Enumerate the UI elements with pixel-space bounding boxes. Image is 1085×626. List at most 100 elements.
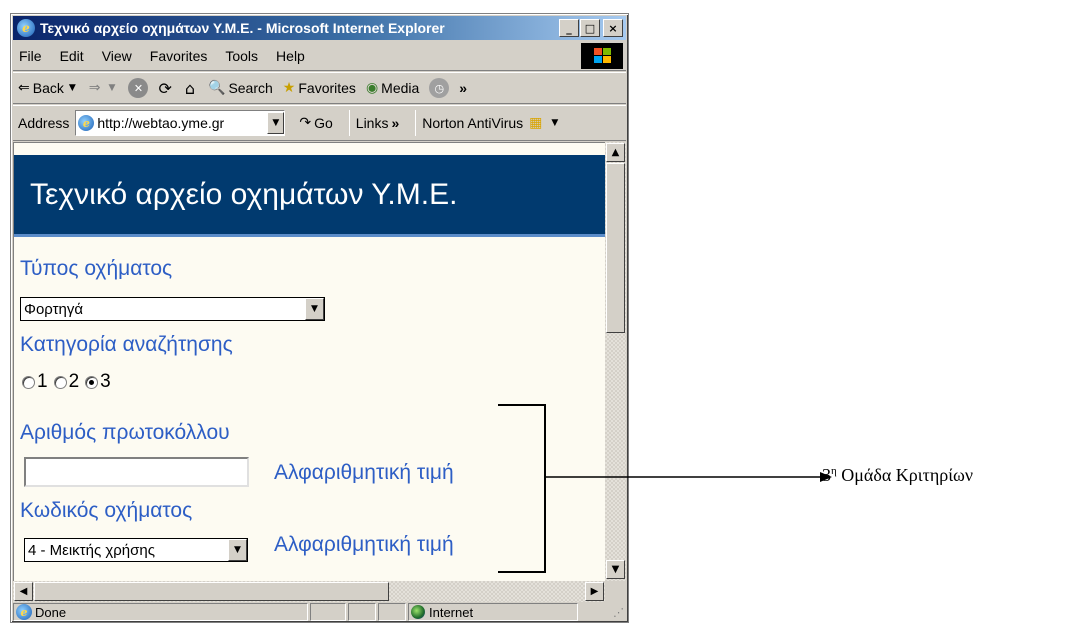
criteria-group-annotation: 3η Ομάδα Κριτηρίων	[822, 465, 973, 486]
go-arrow-icon: ↷	[299, 115, 312, 131]
page-content: Τεχνικό αρχείο οχημάτων Υ.Μ.Ε. Τύπος οχή…	[13, 142, 605, 581]
media-button[interactable]: ◉ Media	[366, 80, 419, 96]
annotation-number: 3	[822, 465, 831, 485]
menu-file[interactable]: File	[13, 48, 51, 64]
status-cell-progress	[310, 603, 346, 621]
vehicle-code-select[interactable]: 4 - Μεικτής χρήσης ▼	[24, 538, 248, 562]
radio-category-1[interactable]	[22, 375, 35, 389]
annotation-text: Ομάδα Κριτηρίων	[836, 465, 974, 485]
status-cell-lock	[348, 603, 376, 621]
status-text: Done	[35, 604, 67, 620]
radio-label-1: 1	[37, 371, 48, 392]
forward-arrow-icon: ⇒	[88, 80, 101, 96]
horizontal-scroll-thumb[interactable]	[34, 582, 389, 601]
browser-window: e Τεχνικό αρχείο οχημάτων Υ.Μ.Ε. - Micro…	[10, 13, 629, 623]
home-icon: ⌂	[184, 78, 195, 98]
forward-button[interactable]: ⇒ ▼	[89, 80, 119, 96]
minimize-button[interactable]: _	[559, 19, 579, 37]
menu-edit[interactable]: Edit	[51, 48, 93, 64]
search-category-label: Κατηγορία αναζήτησης	[20, 333, 233, 356]
window-controls: _ □ ×	[559, 19, 623, 37]
standard-toolbar: ⇐ Back ▼ ⇒ ▼ ✕ ⟳ ⌂ 🔍 Search ★ Favorites …	[13, 72, 626, 104]
menu-favorites[interactable]: Favorites	[141, 48, 217, 64]
vehicle-code-value: 4 - Μεικτής χρήσης	[28, 541, 155, 559]
favorites-icon: ★	[282, 80, 296, 96]
go-button[interactable]: ↷ Go	[299, 115, 332, 131]
vehicle-type-value: Φορτηγά	[24, 300, 84, 318]
chevron-down-icon[interactable]: ▼	[228, 539, 247, 561]
back-dropdown-icon[interactable]: ▼	[69, 83, 76, 93]
status-text-cell: e Done	[13, 603, 308, 621]
back-button[interactable]: ⇐ Back ▼	[18, 80, 79, 96]
address-bar: Address e http://webtao.yme.gr ▼ ↷ Go Li…	[13, 105, 626, 141]
page-banner: Τεχνικό αρχείο οχημάτων Υ.Μ.Ε.	[14, 155, 605, 237]
links-separator	[415, 110, 417, 136]
windows-logo-icon	[581, 42, 623, 69]
address-label: Address	[18, 115, 70, 131]
links-overflow: »	[391, 115, 400, 131]
refresh-icon: ⟳	[158, 78, 172, 98]
radio-label-3: 3	[100, 371, 111, 392]
page-status-icon: e	[16, 604, 32, 620]
maximize-button[interactable]: □	[580, 19, 600, 37]
menu-tools[interactable]: Tools	[216, 48, 267, 64]
media-icon: ◉	[365, 80, 379, 96]
favorites-button[interactable]: ★ Favorites	[283, 80, 356, 96]
stop-button[interactable]: ✕	[128, 78, 149, 98]
scroll-up-icon[interactable]: ▲	[606, 143, 625, 162]
vertical-scroll-thumb[interactable]	[606, 163, 625, 333]
vehicle-type-select[interactable]: Φορτηγά ▼	[20, 297, 325, 321]
refresh-button[interactable]: ⟳	[158, 79, 174, 98]
media-label: Media	[381, 80, 420, 96]
back-arrow-icon: ⇐	[18, 80, 30, 96]
vehicle-type-label: Τύπος οχήματος	[20, 257, 173, 280]
resize-grip-icon[interactable]: ⋰	[613, 606, 626, 619]
toolbar-overflow[interactable]: »	[459, 80, 467, 96]
favorites-label: Favorites	[298, 80, 356, 96]
address-url: http://webtao.yme.gr	[97, 115, 225, 131]
links-button[interactable]: Links »	[356, 115, 399, 131]
address-dropdown-icon[interactable]: ▼	[267, 112, 285, 134]
vehicle-code-label: Κωδικός οχήματος	[20, 499, 193, 522]
internet-explorer-icon[interactable]: e	[17, 19, 35, 37]
scroll-down-icon[interactable]: ▼	[606, 560, 625, 579]
radio-category-2[interactable]	[53, 375, 67, 389]
horizontal-scrollbar[interactable]: ◀ ▶	[13, 581, 605, 602]
home-button[interactable]: ⌂	[185, 79, 198, 98]
links-label: Links	[355, 115, 389, 131]
back-label: Back	[32, 80, 64, 96]
search-label: Search	[228, 80, 273, 96]
status-cell-offline	[378, 603, 406, 621]
chevron-down-icon[interactable]: ▼	[305, 298, 324, 320]
norton-label: Norton AntiVirus	[422, 115, 524, 131]
norton-icon: ▦	[529, 115, 543, 131]
security-zone-cell: Internet	[408, 603, 578, 621]
forward-dropdown-icon[interactable]: ▼	[109, 83, 116, 93]
search-button[interactable]: 🔍 Search	[208, 80, 273, 96]
address-input[interactable]: e http://webtao.yme.gr ▼	[75, 110, 286, 136]
norton-dropdown-icon[interactable]: ▼	[551, 118, 558, 128]
vertical-scrollbar[interactable]: ▲ ▼	[605, 142, 626, 581]
history-button[interactable]: ◷	[429, 78, 450, 98]
norton-antivirus-button[interactable]: Norton AntiVirus ▦ ▼	[422, 115, 561, 131]
go-label: Go	[314, 115, 333, 131]
title-bar[interactable]: e Τεχνικό αρχείο οχημάτων Υ.Μ.Ε. - Micro…	[13, 16, 626, 40]
menu-help[interactable]: Help	[267, 48, 314, 64]
history-icon: ◷	[429, 78, 450, 98]
scroll-left-icon[interactable]: ◀	[14, 582, 33, 601]
menu-bar: File Edit View Favorites Tools Help	[13, 41, 626, 71]
scroll-right-icon[interactable]: ▶	[585, 582, 604, 601]
window-title: Τεχνικό αρχείο οχημάτων Υ.Μ.Ε. - Microso…	[40, 20, 445, 36]
search-category-radios: 1 2 3	[22, 371, 117, 393]
search-icon: 🔍	[208, 80, 226, 96]
radio-label-2: 2	[68, 371, 80, 392]
close-button[interactable]: ×	[603, 19, 623, 37]
radio-category-3[interactable]	[85, 375, 99, 389]
status-bar: e Done Internet ⋰	[13, 602, 626, 622]
menu-view[interactable]: View	[93, 48, 141, 64]
stop-icon: ✕	[128, 78, 149, 98]
scrollbar-corner	[605, 581, 626, 602]
protocol-number-input[interactable]	[24, 457, 249, 487]
vehicle-code-hint: Αλφαριθμητική τιμή	[274, 533, 454, 556]
protocol-number-label: Αριθμός πρωτοκόλλου	[20, 421, 230, 444]
